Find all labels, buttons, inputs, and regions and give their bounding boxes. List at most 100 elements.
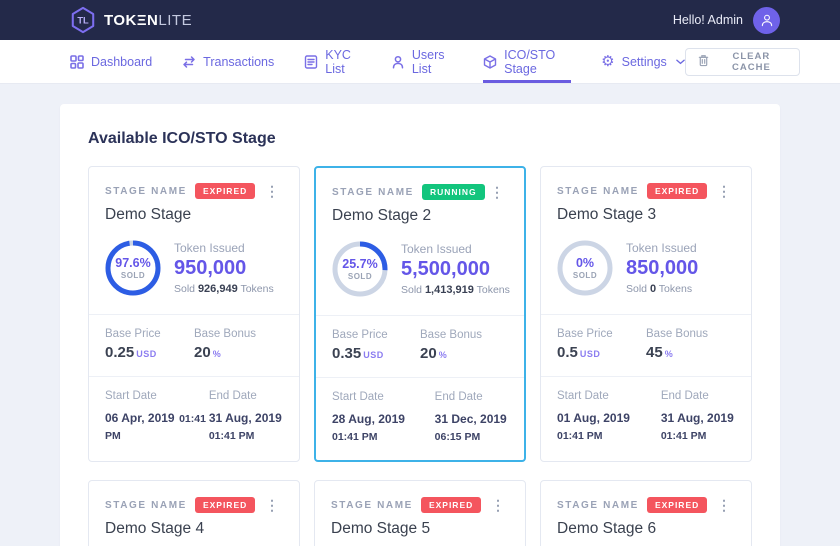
end-time-value: 01:41 PM: [661, 429, 735, 444]
token-issued-label: Token Issued: [401, 242, 510, 256]
base-price-label: Base Price: [105, 328, 194, 340]
end-time-value: 06:15 PM: [435, 430, 508, 445]
status-badge: EXPIRED: [195, 183, 255, 199]
gear-icon: ⚙: [601, 54, 614, 69]
status-badge: EXPIRED: [195, 497, 255, 513]
token-issued-label: Token Issued: [626, 241, 698, 255]
end-date-value: 31 Aug, 2019: [209, 411, 282, 425]
nav-item-ico-sto-stage[interactable]: ICO/STO Stage: [483, 40, 571, 83]
start-date-col: Start Date 06 Apr, 2019 01:41 PM: [105, 390, 209, 444]
stage-card[interactable]: STAGE NAME RUNNING ⋮ Demo Stage 2 25.7%: [314, 166, 526, 462]
start-date-label: Start Date: [332, 391, 435, 403]
stage-card[interactable]: STAGE NAME EXPIRED ⋮ Demo Stage 5 0%: [314, 480, 526, 546]
stage-grid: STAGE NAME EXPIRED ⋮ Demo Stage 97.6%: [60, 166, 780, 546]
stage-card[interactable]: STAGE NAME EXPIRED ⋮ Demo Stage 6 0%: [540, 480, 752, 546]
nav-item-label: Transactions: [203, 55, 274, 69]
top-header-bar: TL TOKΞNLITE Hello! Admin: [0, 0, 840, 40]
kyc-list-icon: [304, 55, 318, 69]
more-options-button[interactable]: ⋮: [486, 183, 508, 201]
logo-monogram: TL: [77, 16, 89, 26]
sold-tokens-line: Sold 0 Tokens: [626, 283, 698, 295]
base-bonus-col: Base Bonus 20%: [420, 329, 508, 362]
base-price-value: 0.25: [105, 344, 134, 361]
greeting-text: Hello! Admin: [673, 13, 743, 27]
end-date-col: End Date 31 Dec, 2019 06:15 PM: [435, 391, 508, 445]
base-bonus-label: Base Bonus: [646, 328, 735, 340]
brand-logo[interactable]: TL TOKΞNLITE: [70, 6, 192, 34]
end-date-col: End Date 31 Aug, 2019 01:41 PM: [209, 390, 283, 444]
start-date-label: Start Date: [105, 390, 209, 402]
start-time-value: PM: [105, 429, 209, 444]
stage-card[interactable]: STAGE NAME EXPIRED ⋮ Demo Stage 97.6%: [88, 166, 300, 462]
base-bonus-value: 20: [194, 344, 211, 361]
sold-prefix: Sold: [626, 283, 647, 295]
token-issued-value: 950,000: [174, 257, 274, 280]
nav-item-label: Dashboard: [91, 55, 152, 69]
base-price-label: Base Price: [332, 329, 420, 341]
base-bonus-col: Base Bonus 20%: [194, 328, 283, 361]
stage-name-label: STAGE NAME: [557, 186, 639, 197]
base-price-col: Base Price 0.5USD: [557, 328, 646, 361]
more-options-button[interactable]: ⋮: [487, 496, 509, 514]
sold-progress-ring: 97.6% SOLD: [105, 240, 161, 296]
more-options-button[interactable]: ⋮: [261, 496, 283, 514]
sold-suffix: Tokens: [659, 283, 692, 295]
stage-card[interactable]: STAGE NAME EXPIRED ⋮ Demo Stage 4 0%: [88, 480, 300, 546]
base-bonus-label: Base Bonus: [420, 329, 508, 341]
base-price-unit: USD: [363, 350, 384, 360]
base-price-unit: USD: [580, 349, 601, 359]
card-header: STAGE NAME EXPIRED ⋮ Demo Stage 5: [315, 481, 525, 546]
stage-title: Demo Stage 4: [105, 520, 283, 538]
stage-card[interactable]: STAGE NAME EXPIRED ⋮ Demo Stage 3 0%: [540, 166, 752, 462]
nav-item-kyc-list[interactable]: KYC List: [304, 40, 361, 83]
start-date-col: Start Date 01 Aug, 2019 01:41 PM: [557, 390, 661, 444]
sold-percent: 97.6%: [115, 256, 150, 270]
sold-tokens-value: 1,413,919: [425, 284, 474, 296]
main-navigation: Dashboard Transactions KYC List: [0, 40, 840, 84]
start-date-col: Start Date 28 Aug, 2019 01:41 PM: [332, 391, 435, 445]
user-avatar[interactable]: [753, 7, 780, 34]
clear-cache-button[interactable]: CLEAR CACHE: [685, 48, 800, 76]
nav-item-settings[interactable]: ⚙ Settings: [601, 40, 685, 83]
start-time-value: 01:41 PM: [557, 429, 661, 444]
start-date-value: 01 Aug, 2019: [557, 411, 630, 425]
sold-percent: 0%: [576, 256, 594, 270]
dates-row: Start Date 01 Aug, 2019 01:41 PM End Dat…: [541, 376, 751, 459]
price-bonus-row: Base Price 0.25USD Base Bonus 20%: [89, 314, 299, 376]
base-bonus-label: Base Bonus: [194, 328, 283, 340]
end-date-label: End Date: [435, 391, 508, 403]
token-issued-label: Token Issued: [174, 241, 274, 255]
sold-prefix: Sold: [174, 283, 195, 295]
end-date-label: End Date: [661, 390, 735, 402]
progress-section: 25.7% SOLD Token Issued 5,500,000 Sold 1…: [316, 237, 524, 315]
nav-item-dashboard[interactable]: Dashboard: [70, 40, 152, 83]
base-bonus-value: 45: [646, 344, 663, 361]
more-options-button[interactable]: ⋮: [713, 182, 735, 200]
brand-primary: TOKΞN: [104, 12, 158, 29]
transactions-icon: [182, 55, 196, 69]
nav-item-transactions[interactable]: Transactions: [182, 40, 274, 83]
sold-caption: SOLD: [121, 271, 145, 280]
sold-percent: 25.7%: [342, 257, 377, 271]
dashboard-icon: [70, 55, 84, 69]
more-options-button[interactable]: ⋮: [261, 182, 283, 200]
trash-icon: [698, 54, 709, 70]
sold-tokens-line: Sold 1,413,919 Tokens: [401, 284, 510, 296]
card-header: STAGE NAME RUNNING ⋮ Demo Stage 2: [316, 168, 524, 237]
stage-title: Demo Stage 2: [332, 207, 508, 225]
start-date-value: 28 Aug, 2019: [332, 412, 405, 426]
sold-caption: SOLD: [348, 272, 372, 281]
end-date-value: 31 Dec, 2019: [435, 412, 507, 426]
card-header: STAGE NAME EXPIRED ⋮ Demo Stage 3: [541, 167, 751, 236]
card-header: STAGE NAME EXPIRED ⋮ Demo Stage 4: [89, 481, 299, 546]
nav-item-users-list[interactable]: Users List: [391, 40, 453, 83]
token-info: Token Issued 950,000 Sold 926,949 Tokens: [174, 241, 274, 295]
start-date-label: Start Date: [557, 390, 661, 402]
more-options-button[interactable]: ⋮: [713, 496, 735, 514]
nav-item-label: ICO/STO Stage: [504, 48, 571, 76]
card-header: STAGE NAME EXPIRED ⋮ Demo Stage 6: [541, 481, 751, 546]
base-bonus-unit: %: [665, 349, 674, 359]
user-icon: [759, 12, 775, 28]
sold-tokens-value: 0: [650, 283, 656, 295]
sold-tokens-value: 926,949: [198, 283, 238, 295]
